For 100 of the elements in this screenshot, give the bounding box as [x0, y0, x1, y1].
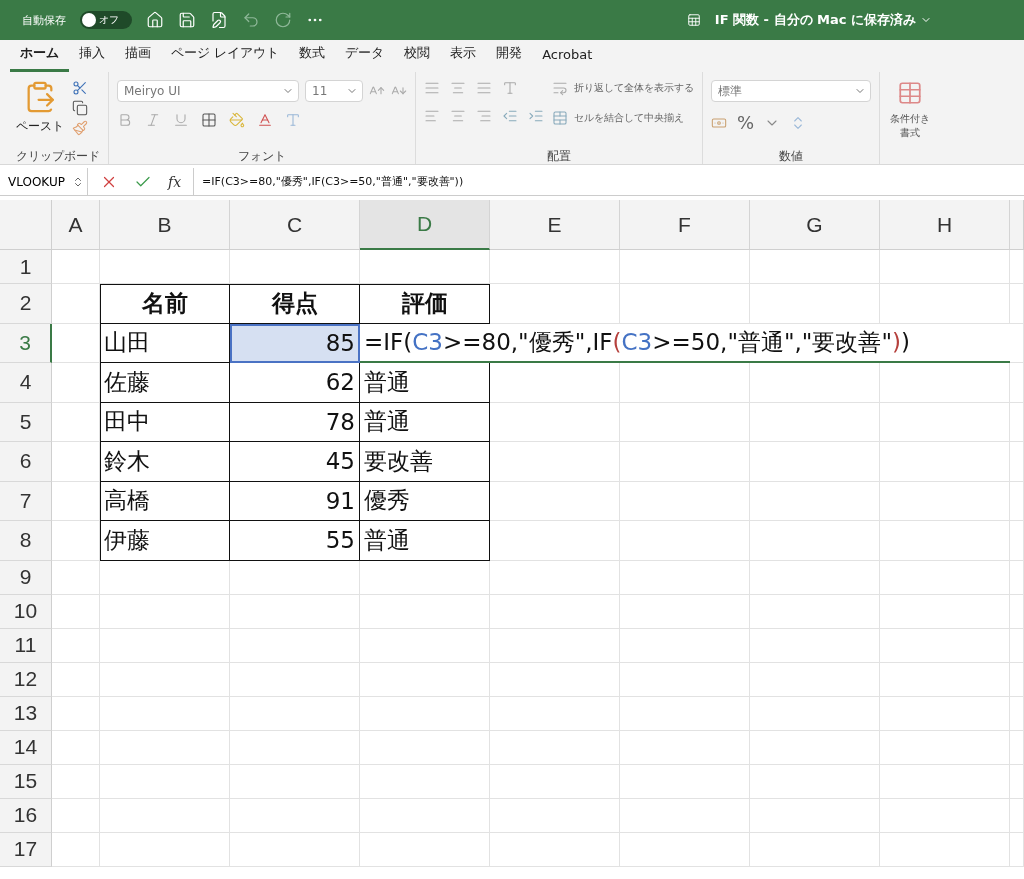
grid-cell[interactable]: [1010, 696, 1024, 731]
grid-cell[interactable]: [1010, 442, 1024, 482]
row-header[interactable]: 16: [0, 798, 52, 833]
document-title[interactable]: IF 関数 - 自分の Mac に保存済み: [714, 11, 932, 29]
grid-cell[interactable]: [880, 764, 1010, 799]
grid-cell[interactable]: [880, 481, 1010, 521]
row-header[interactable]: 15: [0, 764, 52, 799]
column-header[interactable]: B: [100, 200, 230, 250]
align-right-icon[interactable]: [476, 108, 492, 124]
grid-cell[interactable]: [490, 521, 620, 561]
grid-cell[interactable]: [100, 628, 230, 663]
grid-cell[interactable]: [490, 284, 620, 324]
grid-cell[interactable]: [230, 662, 360, 697]
grid-cell[interactable]: [750, 363, 880, 403]
grid-cell[interactable]: [880, 402, 1010, 442]
grid-cell[interactable]: [490, 250, 620, 284]
grid-cell[interactable]: [750, 798, 880, 833]
indent-increase-icon[interactable]: [528, 108, 544, 124]
grid-cell[interactable]: [490, 832, 620, 867]
row-header[interactable]: 17: [0, 832, 52, 867]
grid-cell[interactable]: [1010, 628, 1024, 663]
align-top-icon[interactable]: [424, 80, 440, 96]
number-format-dropdown[interactable]: 標準: [711, 80, 871, 102]
grid-cell[interactable]: [1010, 284, 1024, 324]
grid-cell[interactable]: [880, 730, 1010, 765]
grid-cell[interactable]: [1010, 730, 1024, 765]
column-header[interactable]: D: [360, 200, 490, 250]
name-box[interactable]: VLOOKUP: [0, 168, 88, 195]
grid-cell[interactable]: [100, 798, 230, 833]
merge-center-button[interactable]: セルを結合して中央揃え: [574, 111, 684, 125]
row-header[interactable]: 12: [0, 662, 52, 697]
grid-cell[interactable]: [750, 764, 880, 799]
grid-cell[interactable]: [100, 832, 230, 867]
ribbon-tab[interactable]: 開発: [486, 44, 533, 72]
grid-cell[interactable]: [360, 628, 490, 663]
column-header-edge[interactable]: [1010, 200, 1024, 250]
spreadsheet-icon[interactable]: [686, 13, 701, 27]
grid-cell[interactable]: [360, 730, 490, 765]
grid-cell[interactable]: [880, 662, 1010, 697]
grid-cell[interactable]: [880, 594, 1010, 629]
grid-cell[interactable]: [1010, 402, 1024, 442]
align-bottom-icon[interactable]: [476, 80, 492, 96]
grid-cell[interactable]: [490, 696, 620, 731]
grid-cell[interactable]: [490, 764, 620, 799]
select-all-corner[interactable]: [0, 200, 52, 250]
font-size-dropdown[interactable]: 11: [305, 80, 363, 102]
grid-cell[interactable]: [360, 696, 490, 731]
grid-cell[interactable]: [620, 730, 750, 765]
grid-cell[interactable]: [490, 442, 620, 482]
grid-cell[interactable]: [880, 250, 1010, 284]
ribbon-tab[interactable]: 表示: [440, 44, 487, 72]
grid-cell[interactable]: [360, 594, 490, 629]
grid-cell[interactable]: [490, 628, 620, 663]
grid-cell[interactable]: [880, 832, 1010, 867]
grid-cell[interactable]: [750, 628, 880, 663]
grid-cell[interactable]: [230, 730, 360, 765]
grid-cell[interactable]: [230, 594, 360, 629]
grid-cell[interactable]: [52, 662, 100, 697]
grid-cell[interactable]: [360, 662, 490, 697]
grid-cell[interactable]: [620, 560, 750, 595]
paste-label[interactable]: ペースト: [16, 118, 64, 135]
grid-cell[interactable]: [490, 594, 620, 629]
row-header[interactable]: 11: [0, 628, 52, 663]
grid-cell[interactable]: [750, 521, 880, 561]
grid-cell[interactable]: [620, 696, 750, 731]
grid-cell[interactable]: [1010, 594, 1024, 629]
grid-cell[interactable]: [620, 402, 750, 442]
grid-cell[interactable]: [750, 730, 880, 765]
autosave-toggle[interactable]: オフ: [80, 11, 132, 29]
grid-cell[interactable]: [230, 764, 360, 799]
grid-cell[interactable]: [52, 730, 100, 765]
merge-cells-icon[interactable]: [552, 110, 568, 126]
undo-icon[interactable]: [242, 11, 260, 29]
grid-cell[interactable]: [1010, 832, 1024, 867]
grid-cell[interactable]: [880, 628, 1010, 663]
grid-cell[interactable]: [1010, 323, 1024, 363]
grid-cell[interactable]: [750, 442, 880, 482]
stepper-icon[interactable]: [72, 175, 84, 188]
font-color-icon[interactable]: [257, 112, 273, 128]
ribbon-tab[interactable]: データ: [335, 44, 395, 72]
grid-cell[interactable]: [620, 442, 750, 482]
fill-color-icon[interactable]: [229, 112, 245, 128]
grid-cell[interactable]: [880, 284, 1010, 324]
indent-decrease-icon[interactable]: [502, 108, 518, 124]
grid-cell[interactable]: [620, 798, 750, 833]
align-middle-icon[interactable]: [450, 80, 466, 96]
grid-cell[interactable]: [100, 662, 230, 697]
home-icon[interactable]: [146, 11, 164, 29]
row-header[interactable]: 3: [0, 323, 52, 363]
grid-cell[interactable]: [750, 250, 880, 284]
ribbon-tab[interactable]: 挿入: [69, 44, 115, 72]
grid-cell[interactable]: [620, 363, 750, 403]
grid-cell[interactable]: [750, 284, 880, 324]
row-header[interactable]: 10: [0, 594, 52, 629]
grid-cell[interactable]: [880, 442, 1010, 482]
grid-cell[interactable]: [620, 662, 750, 697]
redo-icon[interactable]: [274, 11, 292, 29]
row-header[interactable]: 6: [0, 442, 52, 482]
underline-icon[interactable]: [173, 112, 189, 128]
grid-cell[interactable]: [490, 730, 620, 765]
